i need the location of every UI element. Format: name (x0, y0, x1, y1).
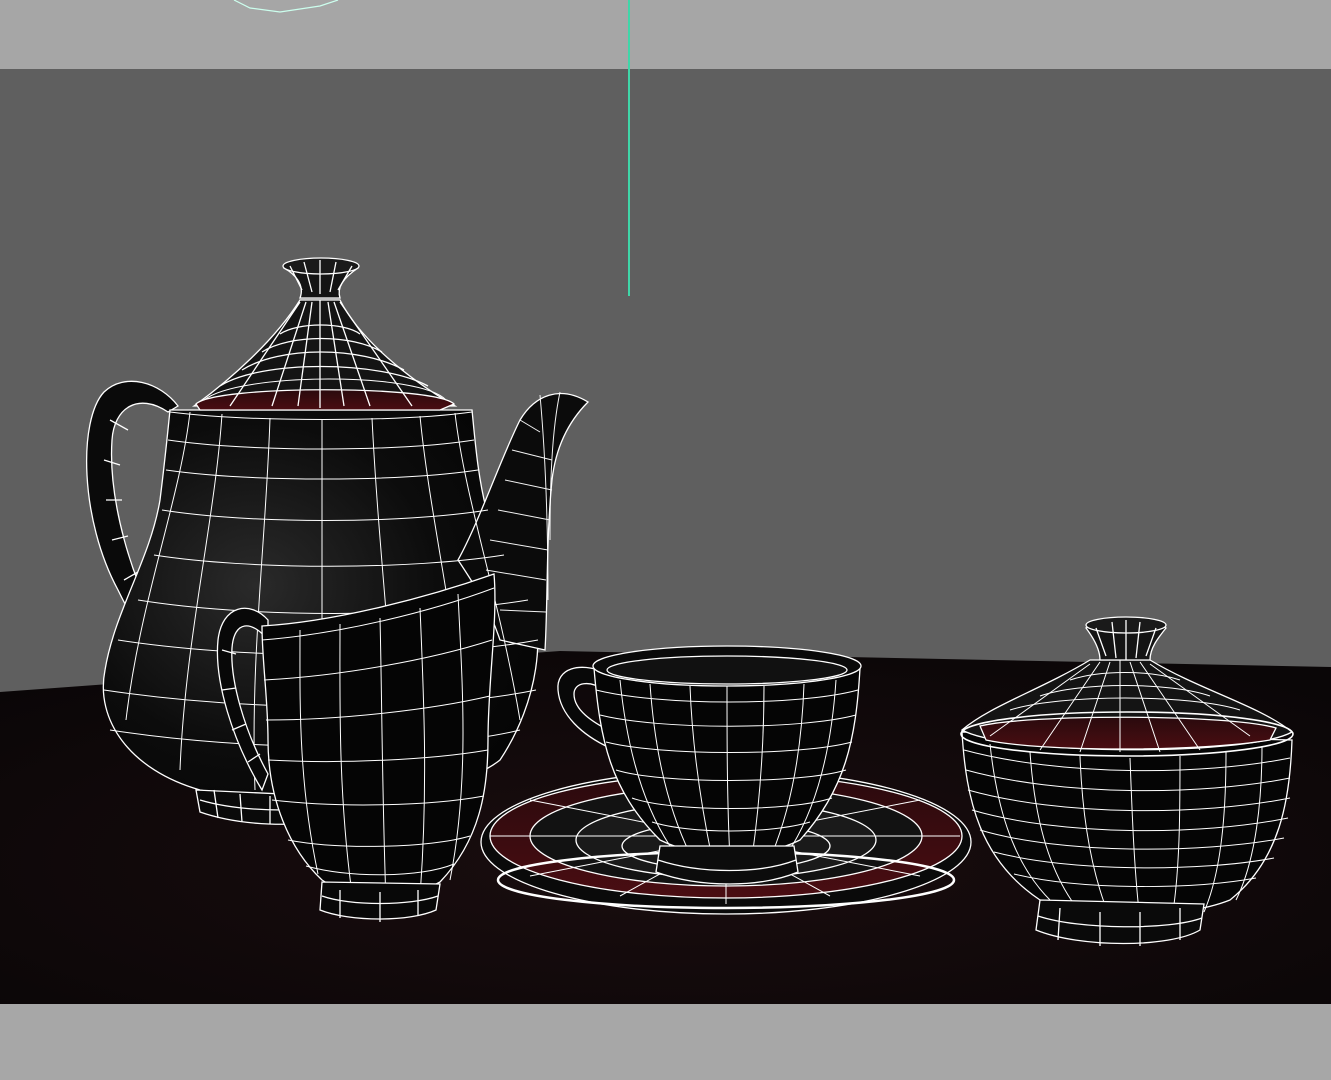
creamer-body (261, 573, 496, 900)
viewport-frame (0, 0, 1331, 1080)
3d-viewport-canvas[interactable] (0, 0, 1331, 1080)
gizmo-fragment-icon (233, 0, 339, 13)
